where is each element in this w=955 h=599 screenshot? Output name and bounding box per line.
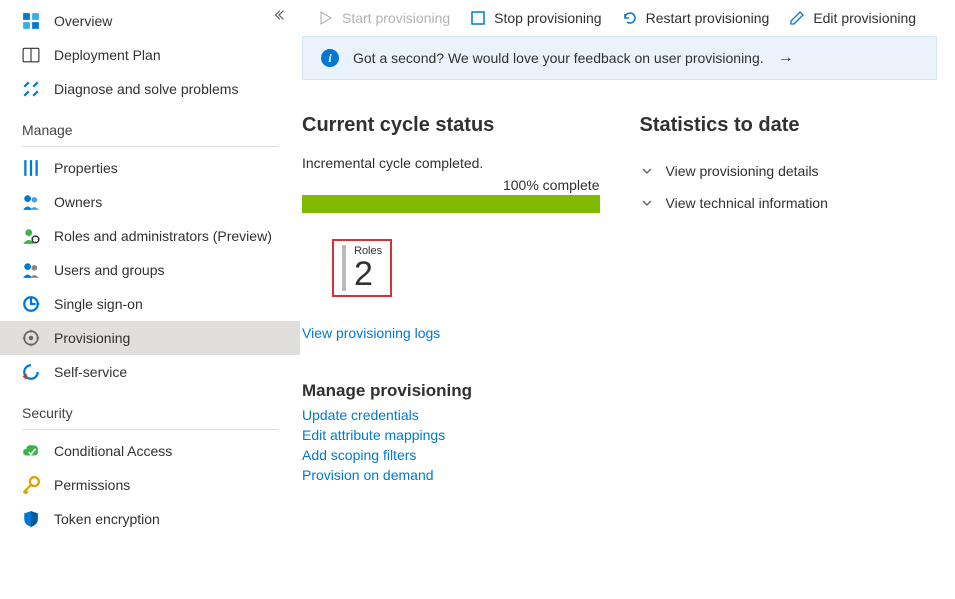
sidebar-item-users-groups[interactable]: Users and groups — [0, 253, 300, 287]
sidebar-item-label: Self-service — [54, 364, 127, 380]
sidebar-item-provisioning[interactable]: Provisioning — [0, 321, 300, 355]
sidebar-item-label: Roles and administrators (Preview) — [54, 228, 272, 244]
toolbar: Start provisioning Stop provisioning Res… — [300, 0, 937, 36]
cycle-status-text: Incremental cycle completed. — [302, 155, 600, 171]
restart-provisioning-button[interactable]: Restart provisioning — [622, 10, 770, 26]
info-icon: i — [321, 49, 339, 67]
restart-icon — [622, 10, 638, 26]
sidebar-item-label: Users and groups — [54, 262, 165, 278]
divider — [22, 146, 278, 147]
section-header-manage: Manage — [0, 106, 300, 142]
stop-provisioning-button[interactable]: Stop provisioning — [470, 10, 601, 26]
sidebar-item-label: Conditional Access — [54, 443, 172, 459]
feedback-banner[interactable]: i Got a second? We would love your feedb… — [302, 36, 937, 80]
sidebar-item-permissions[interactable]: Permissions — [0, 468, 300, 502]
diagnose-icon — [22, 80, 40, 98]
section-header-security: Security — [0, 389, 300, 425]
add-scoping-filters-link[interactable]: Add scoping filters — [302, 447, 600, 463]
edit-icon — [789, 10, 805, 26]
progress-bar — [302, 195, 600, 213]
sidebar-item-label: Owners — [54, 194, 102, 210]
stats-heading: Statistics to date — [640, 114, 938, 137]
stat-label: View provisioning details — [666, 163, 819, 179]
toolbar-label: Start provisioning — [342, 10, 450, 26]
stop-icon — [470, 10, 486, 26]
progress-label: 100% complete — [302, 177, 600, 193]
provisioning-icon — [22, 329, 40, 347]
sidebar-item-label: Properties — [54, 160, 118, 176]
divider — [22, 429, 278, 430]
sidebar-item-sso[interactable]: Single sign-on — [0, 287, 300, 321]
cycle-status-panel: Current cycle status Incremental cycle c… — [302, 114, 600, 487]
chevron-down-icon — [640, 196, 654, 210]
sidebar-item-label: Provisioning — [54, 330, 130, 346]
sidebar-item-overview[interactable]: Overview — [0, 4, 300, 38]
statistics-panel: Statistics to date View provisioning det… — [640, 114, 938, 487]
conditional-access-icon — [22, 442, 40, 460]
shield-icon — [22, 510, 40, 528]
sidebar-item-owners[interactable]: Owners — [0, 185, 300, 219]
cycle-heading: Current cycle status — [302, 114, 600, 137]
stat-label: View technical information — [666, 195, 828, 211]
main-content: Start provisioning Stop provisioning Res… — [300, 0, 955, 599]
banner-text: Got a second? We would love your feedbac… — [353, 50, 764, 66]
toolbar-label: Restart provisioning — [646, 10, 770, 26]
update-credentials-link[interactable]: Update credentials — [302, 407, 600, 423]
collapse-sidebar-button[interactable] — [272, 8, 286, 25]
properties-icon — [22, 159, 40, 177]
sidebar-item-label: Single sign-on — [54, 296, 143, 312]
roles-count: 2 — [354, 257, 382, 291]
users-groups-icon — [22, 261, 40, 279]
sidebar-item-label: Permissions — [54, 477, 130, 493]
sidebar: Overview Deployment Plan Diagnose and so… — [0, 0, 300, 599]
roles-count-tile[interactable]: Roles 2 — [332, 239, 392, 297]
sidebar-item-roles-admins[interactable]: Roles and administrators (Preview) — [0, 219, 300, 253]
self-service-icon — [22, 363, 40, 381]
manage-prov-heading: Manage provisioning — [302, 381, 600, 401]
sidebar-item-label: Deployment Plan — [54, 47, 161, 63]
sidebar-item-conditional-access[interactable]: Conditional Access — [0, 434, 300, 468]
sidebar-item-label: Diagnose and solve problems — [54, 81, 238, 97]
provision-on-demand-link[interactable]: Provision on demand — [302, 467, 600, 483]
owners-icon — [22, 193, 40, 211]
sidebar-item-self-service[interactable]: Self-service — [0, 355, 300, 389]
view-provisioning-logs-link[interactable]: View provisioning logs — [302, 325, 600, 341]
chevron-down-icon — [640, 164, 654, 178]
sidebar-item-token-encryption[interactable]: Token encryption — [0, 502, 300, 536]
sidebar-item-label: Token encryption — [54, 511, 160, 527]
arrow-right-icon: → — [778, 49, 794, 67]
sidebar-item-properties[interactable]: Properties — [0, 151, 300, 185]
view-technical-info-toggle[interactable]: View technical information — [640, 187, 938, 219]
toolbar-label: Edit provisioning — [813, 10, 916, 26]
sidebar-item-label: Overview — [54, 13, 112, 29]
toolbar-label: Stop provisioning — [494, 10, 601, 26]
view-provisioning-details-toggle[interactable]: View provisioning details — [640, 155, 938, 187]
roles-admins-icon — [22, 227, 40, 245]
sidebar-item-deployment-plan[interactable]: Deployment Plan — [0, 38, 300, 72]
sso-icon — [22, 295, 40, 313]
book-icon — [22, 46, 40, 64]
edit-attribute-mappings-link[interactable]: Edit attribute mappings — [302, 427, 600, 443]
start-provisioning-button: Start provisioning — [318, 10, 450, 26]
sidebar-item-diagnose[interactable]: Diagnose and solve problems — [0, 72, 300, 106]
permissions-icon — [22, 476, 40, 494]
overview-icon — [22, 12, 40, 30]
play-icon — [318, 10, 334, 26]
edit-provisioning-button[interactable]: Edit provisioning — [789, 10, 916, 26]
